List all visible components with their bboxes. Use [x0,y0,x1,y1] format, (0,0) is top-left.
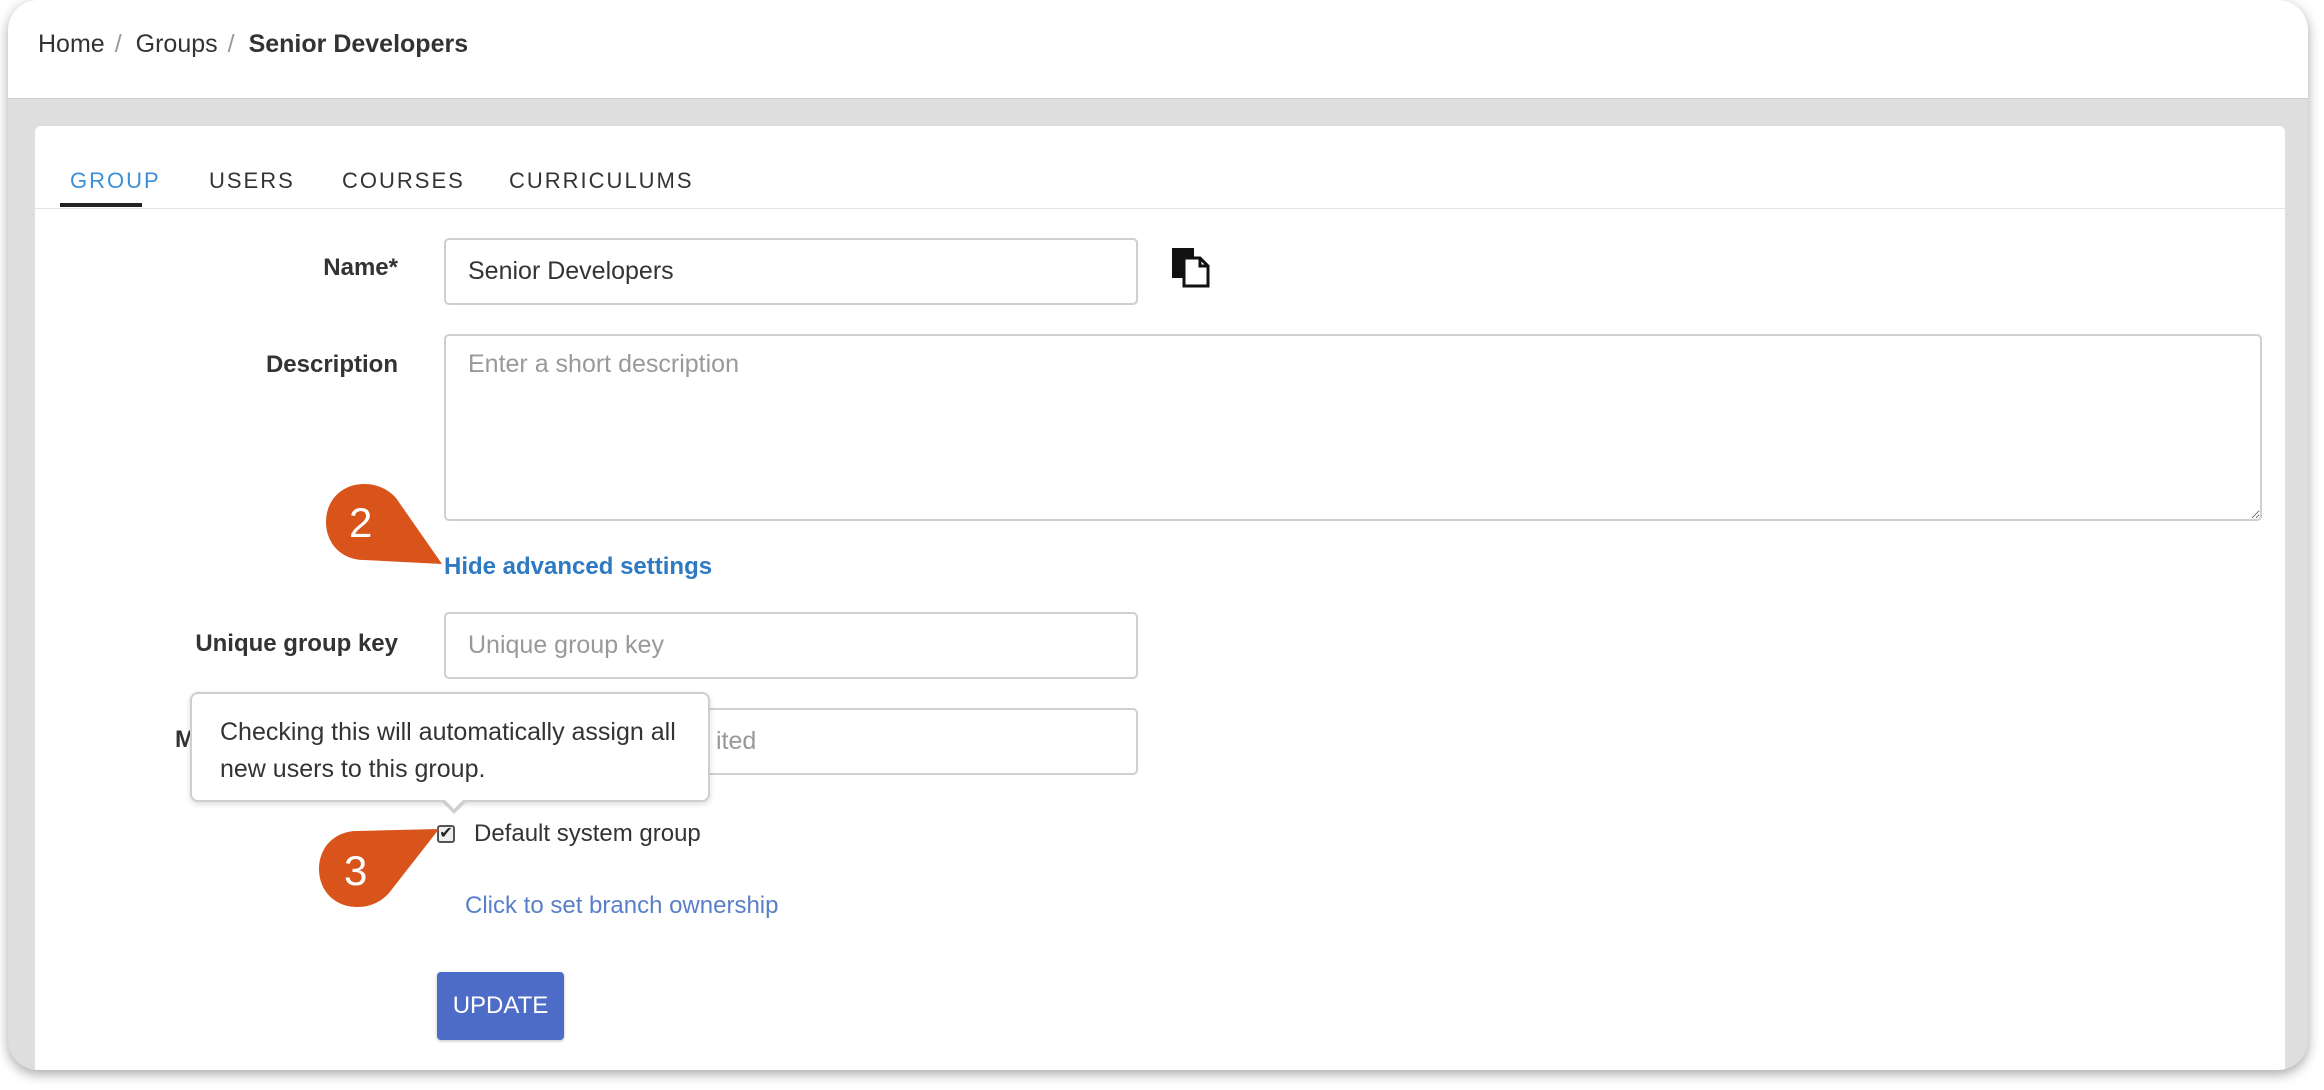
name-label: Name* [323,254,398,281]
tab-bar: GROUP USERS COURSES CURRICULUMS [35,126,2285,209]
name-input[interactable] [444,238,1138,305]
breadcrumb-current: Senior Developers [248,30,469,58]
annotation-marker-2 [326,484,442,564]
active-tab-indicator [60,203,142,207]
breadcrumb-separator: / [227,30,235,58]
breadcrumb-home[interactable]: Home [38,30,105,59]
app-window: Home / Groups / Senior Developers GROUP … [8,0,2308,1070]
group-card: GROUP USERS COURSES CURRICULUMS Name* De… [35,126,2285,1070]
tooltip-arrow-inner [444,799,464,809]
tab-users[interactable]: USERS [209,168,295,194]
hide-advanced-settings-link[interactable]: Hide advanced settings [444,553,712,581]
default-system-group-label: Default system group [474,820,701,847]
unique-group-key-input[interactable] [444,612,1138,679]
description-textarea[interactable] [444,334,2262,521]
unique-group-key-label: Unique group key [195,630,398,657]
tab-courses[interactable]: COURSES [342,168,465,194]
annotation-number-3: 3 [344,847,368,894]
copy-icon[interactable] [1170,246,1210,288]
annotation-number-2: 2 [349,499,373,546]
tab-curriculums[interactable]: CURRICULUMS [509,168,694,194]
breadcrumb-groups[interactable]: Groups [136,30,218,59]
branch-ownership-link[interactable]: Click to set branch ownership [465,892,778,920]
top-bar: Home / Groups / Senior Developers [8,0,2308,99]
breadcrumb: Home / Groups / Senior Developers [38,30,468,59]
default-group-tooltip: Checking this will automatically assign … [190,692,710,802]
annotation-marker-3 [319,829,439,907]
tab-group[interactable]: GROUP [70,168,161,194]
description-label: Description [265,351,398,378]
update-button[interactable]: UPDATE [437,972,564,1040]
breadcrumb-separator: / [114,30,122,58]
